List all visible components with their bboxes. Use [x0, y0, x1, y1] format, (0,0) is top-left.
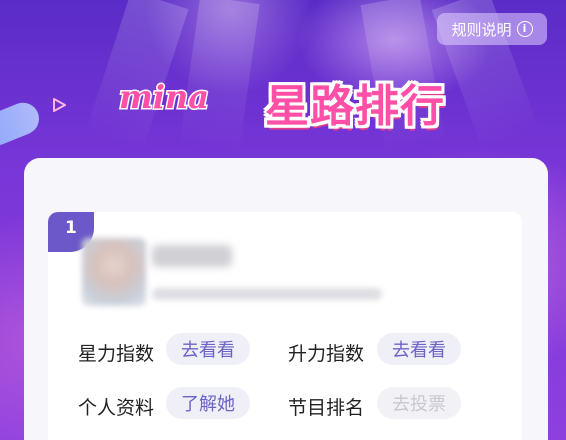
light-ray	[85, 0, 189, 152]
logo-text: mina	[119, 78, 209, 116]
vote-button[interactable]: 去投票	[377, 387, 461, 419]
page-title: 星路排行	[265, 81, 445, 132]
stat-label-star-index: 星力指数	[78, 343, 155, 365]
redacted-subtitle	[152, 288, 382, 300]
avatar[interactable]	[82, 238, 146, 306]
stat-label-rise-index: 升力指数	[288, 343, 365, 365]
rules-button[interactable]: 规则说明 i	[437, 13, 547, 45]
light-ray	[179, 0, 260, 153]
rise-index-button[interactable]: 去看看	[377, 333, 461, 365]
redacted-name	[152, 245, 232, 267]
stat-label-profile: 个人资料	[78, 397, 155, 419]
info-icon: i	[516, 21, 533, 37]
star-index-button[interactable]: 去看看	[166, 333, 250, 365]
triangle-decoration-icon	[53, 98, 66, 112]
profile-button[interactable]: 了解她	[166, 387, 250, 419]
rules-label: 规则说明	[451, 20, 512, 39]
stat-label-show-rank: 节目排名	[288, 397, 365, 419]
mina-logo: mina	[118, 78, 211, 118]
